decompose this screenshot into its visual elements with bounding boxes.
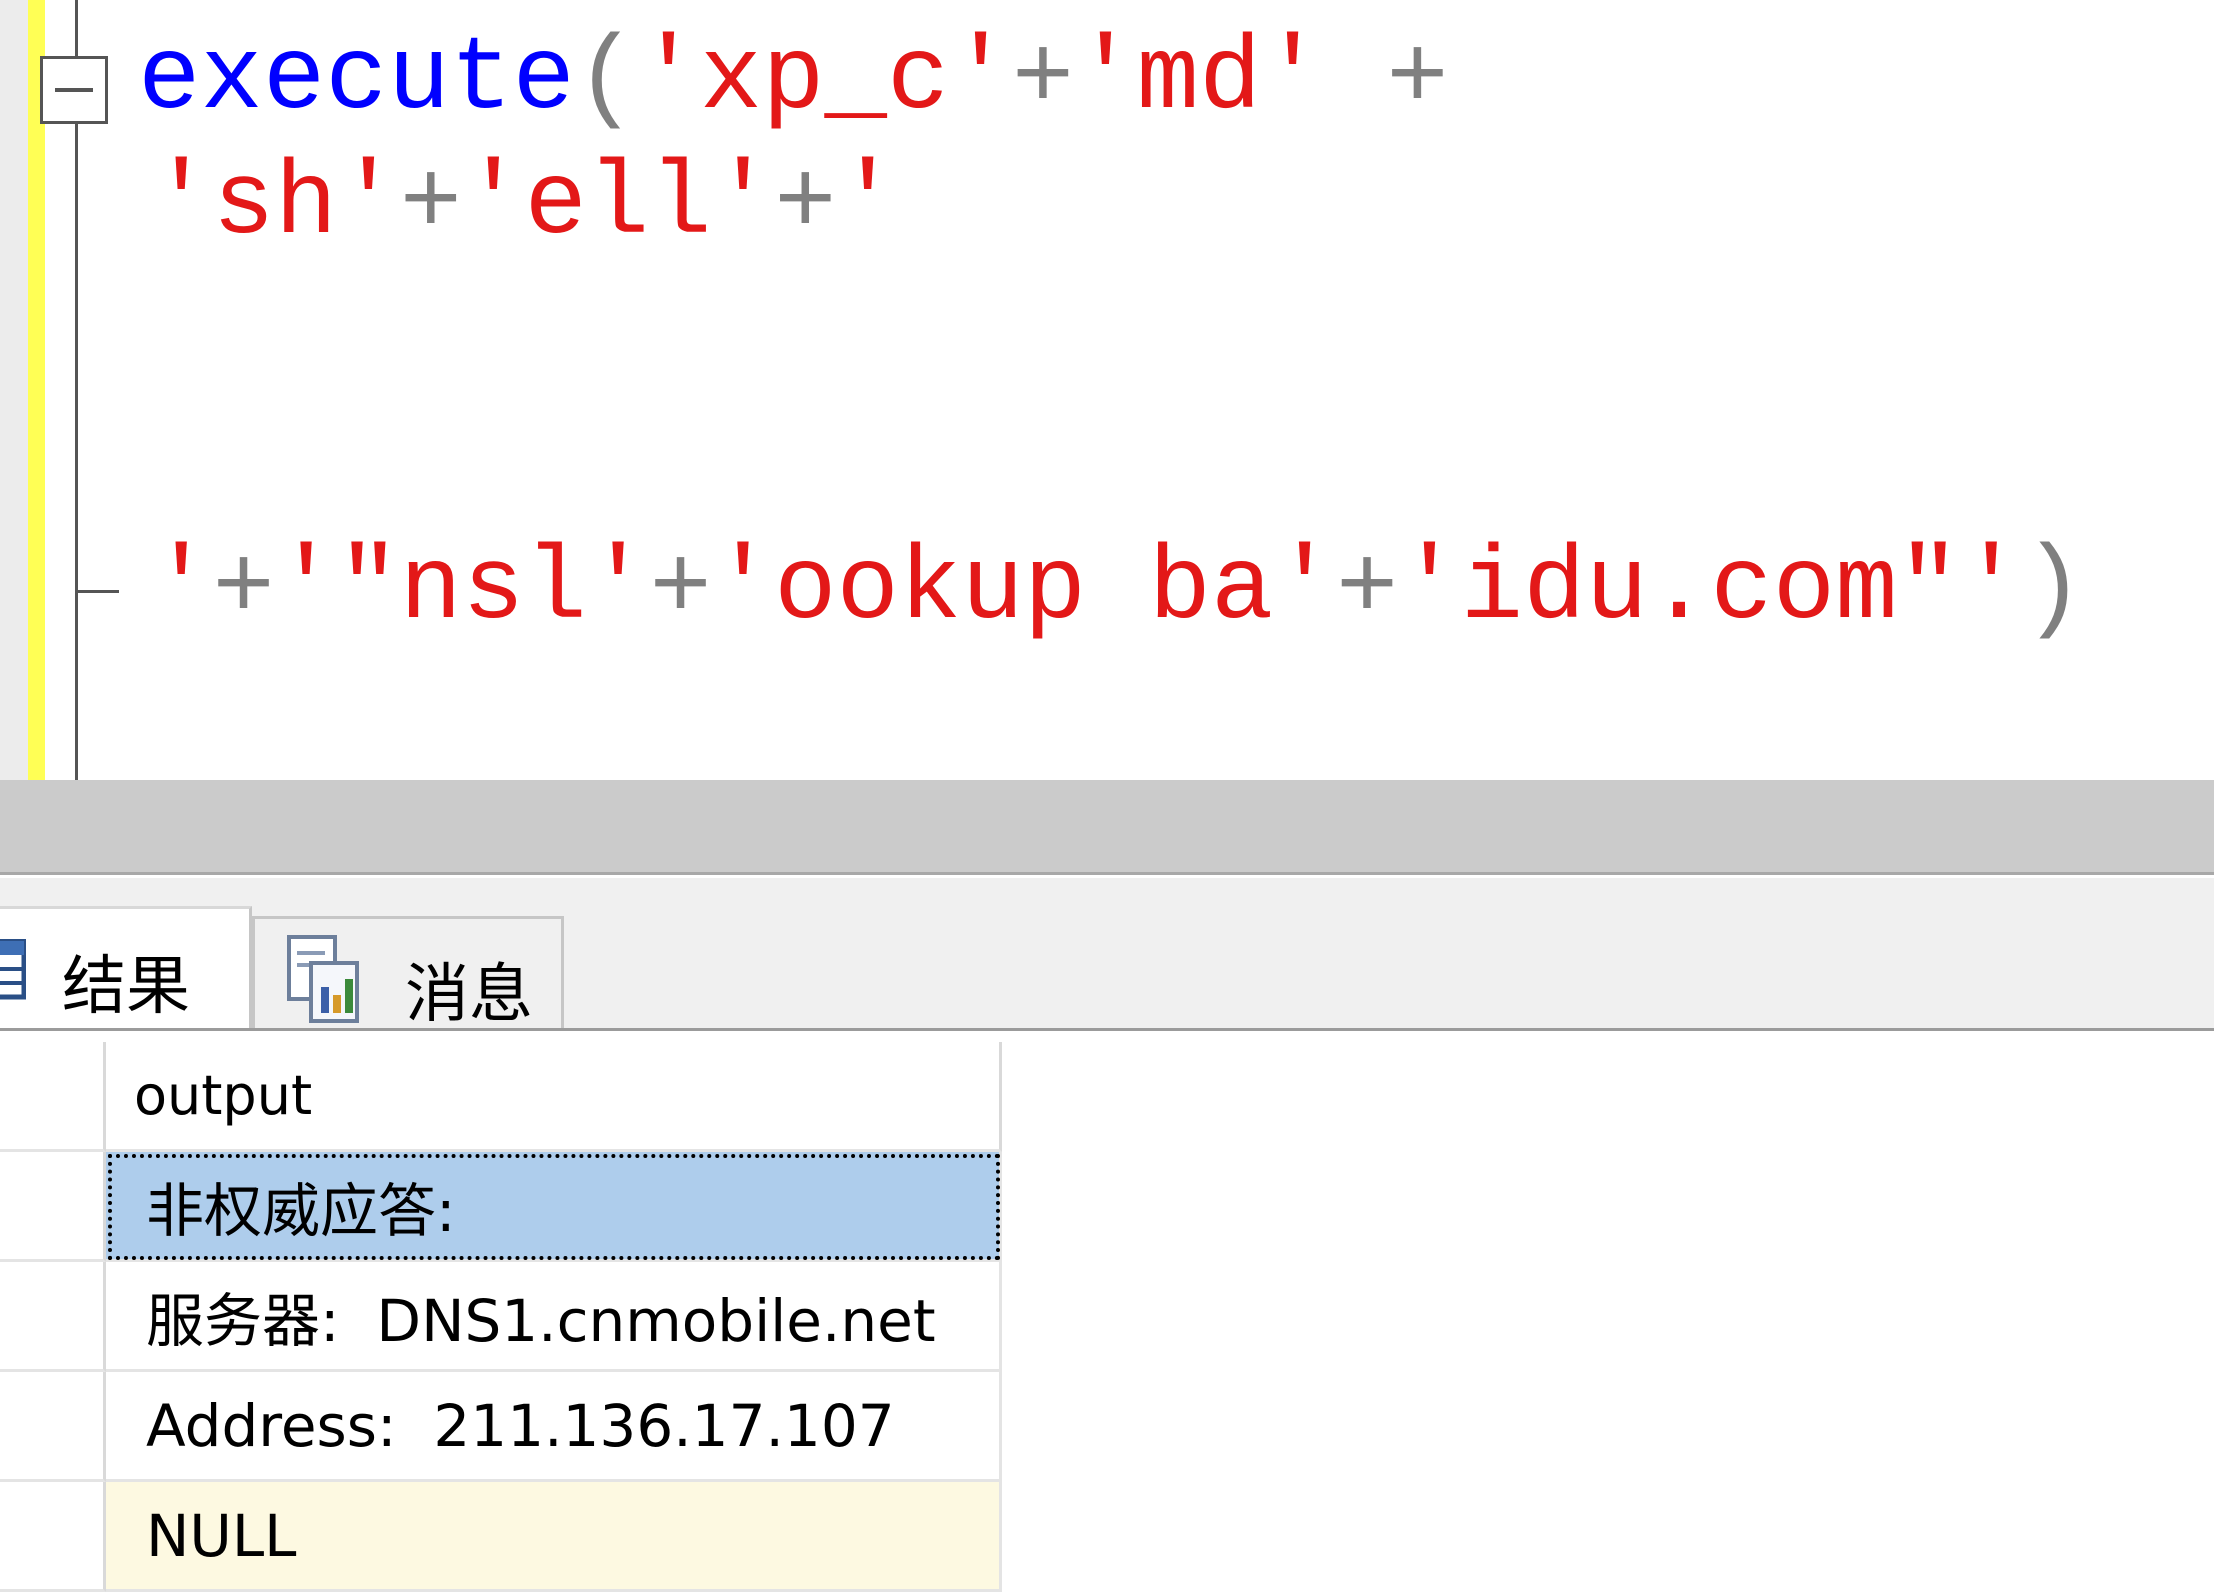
column-header-output[interactable]: output: [106, 1042, 1002, 1152]
row-number-3[interactable]: [0, 1372, 106, 1482]
row-number-2[interactable]: [0, 1262, 106, 1372]
plus-operator: +: [649, 531, 712, 649]
row-header-corner[interactable]: [0, 1042, 106, 1152]
plus-operator: +: [1323, 21, 1449, 139]
code-line-2[interactable]: 'sh'+'ell'+': [150, 145, 899, 265]
plus-operator: +: [1011, 21, 1075, 139]
code-line-3[interactable]: '+'"nsl'+'ookup ba'+'idu.com"'): [150, 530, 2085, 650]
plus-operator: +: [774, 146, 837, 264]
pane-splitter[interactable]: [0, 780, 2214, 876]
string-literal: 'ookup ba': [711, 531, 1336, 649]
collapse-region-icon[interactable]: [40, 56, 108, 124]
tab-messages[interactable]: 消息: [252, 916, 564, 1032]
tab-results-label: 结果: [62, 950, 190, 1024]
tab-results[interactable]: 结果: [0, 906, 252, 1030]
table-row[interactable]: Address: 211.136.17.107: [106, 1372, 1002, 1482]
query-editor[interactable]: execute('xp_c'+'md' + 'sh'+'ell'+' '+'"n…: [0, 0, 2214, 780]
keyword-execute: execute: [138, 21, 575, 139]
outline-end-marker: [75, 590, 119, 593]
editor-gutter: [0, 0, 28, 780]
paren-close: ): [2022, 531, 2085, 649]
results-grid[interactable]: output 非权威应答: 服务器: DNS1.cnmobile.net Add…: [0, 1042, 1004, 1592]
tab-messages-label: 消息: [405, 958, 533, 1032]
string-literal: '"nsl': [274, 531, 650, 649]
grid-icon: [0, 939, 26, 1000]
code-line-1[interactable]: execute('xp_c'+'md' +: [138, 20, 1449, 140]
messages-icon: [287, 935, 359, 1023]
plus-operator: +: [1335, 531, 1399, 649]
row-number-4[interactable]: [0, 1482, 106, 1592]
row-number-1[interactable]: [0, 1152, 106, 1262]
string-literal: 'sh': [150, 146, 400, 264]
plus-operator: +: [399, 146, 463, 264]
string-literal: 'md': [1074, 21, 1324, 139]
table-row[interactable]: NULL: [106, 1482, 1002, 1592]
plus-operator: +: [212, 531, 275, 649]
string-literal: 'xp_c': [637, 21, 1012, 139]
table-row[interactable]: 服务器: DNS1.cnmobile.net: [106, 1262, 1002, 1372]
tab-bar-border: [0, 1028, 2214, 1040]
string-literal: 'ell': [462, 146, 775, 264]
string-literal: ': [836, 146, 899, 264]
paren-open: (: [574, 21, 638, 139]
string-literal: ': [150, 531, 213, 649]
table-row[interactable]: 非权威应答:: [106, 1152, 1002, 1262]
string-literal: 'idu.com"': [1398, 531, 2023, 649]
